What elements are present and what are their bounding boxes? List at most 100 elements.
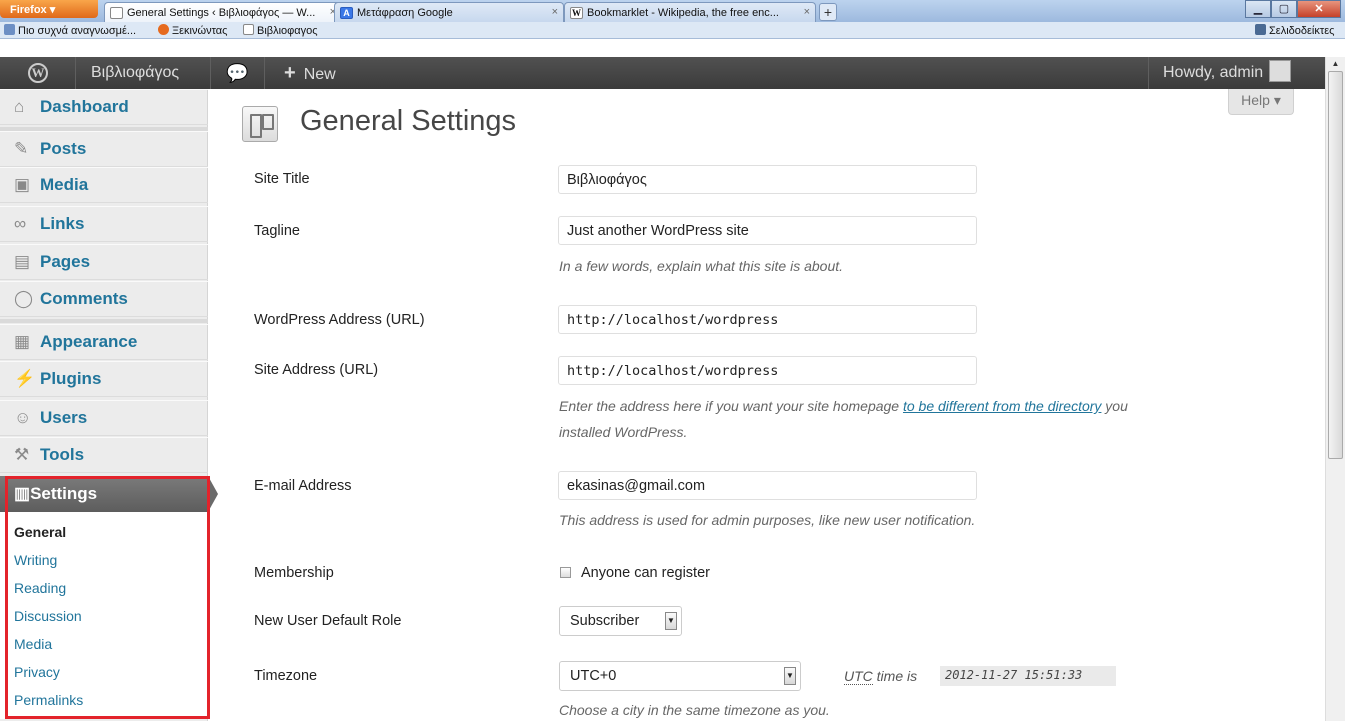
plus-icon: + [284, 62, 296, 84]
tagline-input[interactable]: Just another WordPress site [558, 216, 977, 245]
email-field[interactable]: ekasinas@gmail.com [558, 471, 977, 500]
sidebar-item-users[interactable]: ☺ Users [0, 400, 208, 436]
sidebar-item-pages[interactable]: ▤ Pages [0, 244, 208, 280]
tools-icon: ⚒ [14, 445, 30, 464]
chevron-down-icon: ▼ [665, 612, 677, 630]
submenu-media[interactable]: Media [14, 636, 52, 652]
wikipedia-icon: W [570, 7, 583, 19]
minimize-icon[interactable]: ▁ [1245, 0, 1271, 18]
new-tab-button[interactable]: + [819, 3, 837, 21]
tab-label: Μετάφραση Google [357, 7, 453, 19]
tab-google-translate[interactable]: A Μετάφραση Google × [334, 2, 564, 22]
submenu-writing[interactable]: Writing [14, 552, 57, 568]
pin-icon: ✎ [14, 139, 29, 158]
site-title-label: Site Title [254, 171, 310, 187]
default-role-select[interactable]: Subscriber ▼ [559, 606, 682, 636]
page-title: General Settings [300, 105, 517, 137]
scroll-up-icon[interactable]: ▲ [1326, 57, 1345, 71]
close-window-icon[interactable]: ✕ [1297, 0, 1341, 18]
scrollbar-thumb[interactable] [1328, 71, 1343, 459]
default-role-label: New User Default Role [254, 613, 402, 629]
firefox-menu-button[interactable]: Firefox ▾ [0, 0, 98, 18]
wordpress-address-input[interactable]: http://localhost/wordpress [558, 305, 977, 334]
admin-bar-site-name[interactable]: Βιβλιοφάγος [91, 57, 179, 89]
link-icon: ∞ [14, 214, 27, 233]
submenu-reading[interactable]: Reading [14, 580, 66, 596]
tab-label: Bookmarklet - Wikipedia, the free enc... [587, 7, 779, 19]
anyone-can-register-checkbox[interactable] [560, 567, 571, 578]
sidebar-item-comments[interactable]: ◯ Comments [0, 281, 208, 317]
plugin-icon: ⚡ [14, 369, 36, 388]
sidebar-item-media[interactable]: ▣ Media [0, 167, 208, 203]
tab-general-settings[interactable]: General Settings ‹ Βιβλιοφάγος — W... × [104, 2, 342, 22]
tab-wikipedia[interactable]: W Bookmarklet - Wikipedia, the free enc.… [564, 2, 816, 22]
sidebar-item-plugins[interactable]: ⚡ Plugins [0, 361, 208, 397]
site-address-description: Enter the address here if you want your … [559, 398, 1128, 414]
settings-page-icon [242, 106, 278, 142]
admin-bar-account[interactable]: Howdy, admin [1163, 57, 1292, 89]
sidebar-item-posts[interactable]: ✎ Posts [0, 131, 208, 167]
appearance-icon: ▦ [14, 332, 31, 351]
browser-tab-strip: Firefox ▾ General Settings ‹ Βιβλιοφάγος… [0, 0, 1345, 22]
bookmark-most-visited[interactable]: Πιο συχνά αναγνωσμέ... [4, 24, 136, 37]
divider [0, 319, 208, 323]
site-title-input[interactable]: Βιβλιοφάγος [558, 165, 977, 194]
submenu-permalinks[interactable]: Permalinks [14, 692, 83, 708]
submenu-discussion[interactable]: Discussion [14, 608, 82, 624]
sidebar-item-tools[interactable]: ⚒ Tools [0, 437, 208, 473]
close-icon[interactable]: × [552, 6, 558, 18]
help-button[interactable]: Help ▾ [1228, 89, 1294, 115]
tagline-description: In a few words, explain what this site i… [559, 258, 844, 274]
pages-icon: ▤ [14, 252, 31, 271]
site-address-input[interactable]: http://localhost/wordpress [558, 356, 977, 385]
bookmarks-menu[interactable]: Σελιδοδείκτες [1255, 24, 1334, 37]
timezone-label: Timezone [254, 668, 318, 684]
timezone-select[interactable]: UTC+0 ▼ [559, 661, 801, 691]
bookmarks-toolbar: Πιο συχνά αναγνωσμέ... Ξεκινώντας Βιβλιο… [0, 22, 1345, 39]
most-visited-icon [4, 24, 15, 35]
settings-icon: ▥ [14, 484, 31, 503]
submenu-general[interactable]: General [14, 524, 66, 540]
submenu-privacy[interactable]: Privacy [14, 664, 60, 680]
different-directory-link[interactable]: to be different from the directory [903, 398, 1101, 414]
sidebar-item-appearance[interactable]: ▦ Appearance [0, 324, 208, 360]
bookmark-star-icon [1255, 24, 1266, 35]
avatar [1269, 60, 1292, 82]
comments-icon[interactable]: 💬 [226, 57, 248, 89]
bookmark-vivliofagos[interactable]: Βιβλιοφαγος [243, 24, 318, 37]
sidebar-item-dashboard[interactable]: ⌂ Dashboard [0, 89, 208, 125]
current-menu-arrow [208, 476, 218, 512]
google-translate-icon: A [340, 7, 353, 19]
firefox-icon [158, 24, 169, 35]
divider [75, 57, 76, 89]
divider [1148, 57, 1149, 89]
settings-submenu: General Writing Reading Discussion Media… [0, 512, 208, 719]
membership-label: Membership [254, 565, 334, 581]
site-address-description-line2: installed WordPress. [559, 424, 688, 440]
wordpress-logo-icon[interactable]: W [28, 63, 48, 83]
utc-time-label: UTC time is [844, 668, 918, 685]
divider [264, 57, 265, 89]
utc-time-value: 2012-11-27 15:51:33 [940, 666, 1116, 686]
close-icon[interactable]: × [804, 6, 810, 18]
timezone-description: Choose a city in the same timezone as yo… [559, 702, 830, 718]
wordpress-address-label: WordPress Address (URL) [254, 312, 425, 328]
page-scrollbar[interactable]: ▲ [1325, 57, 1345, 721]
bookmark-getting-started[interactable]: Ξεκινώντας [158, 24, 227, 37]
comment-icon: ◯ [14, 289, 34, 308]
home-icon: ⌂ [14, 97, 25, 116]
window-controls: ▁ ▢ ✕ [1245, 0, 1341, 18]
tagline-label: Tagline [254, 223, 300, 239]
tab-label: General Settings ‹ Βιβλιοφάγος — W... [127, 7, 316, 19]
admin-bar: W Βιβλιοφάγος 💬 + New Howdy, admin [0, 57, 1325, 89]
maximize-icon[interactable]: ▢ [1271, 0, 1297, 18]
email-label: E-mail Address [254, 478, 352, 494]
divider [210, 57, 211, 89]
sidebar-item-links[interactable]: ∞ Links [0, 206, 208, 242]
page-icon [243, 24, 254, 35]
site-address-label: Site Address (URL) [254, 362, 379, 378]
email-description: This address is used for admin purposes,… [559, 512, 976, 528]
sidebar-item-settings[interactable]: ▥Settings [0, 476, 208, 512]
anyone-can-register-label[interactable]: Anyone can register [581, 565, 710, 581]
admin-bar-new[interactable]: + New [284, 57, 336, 89]
